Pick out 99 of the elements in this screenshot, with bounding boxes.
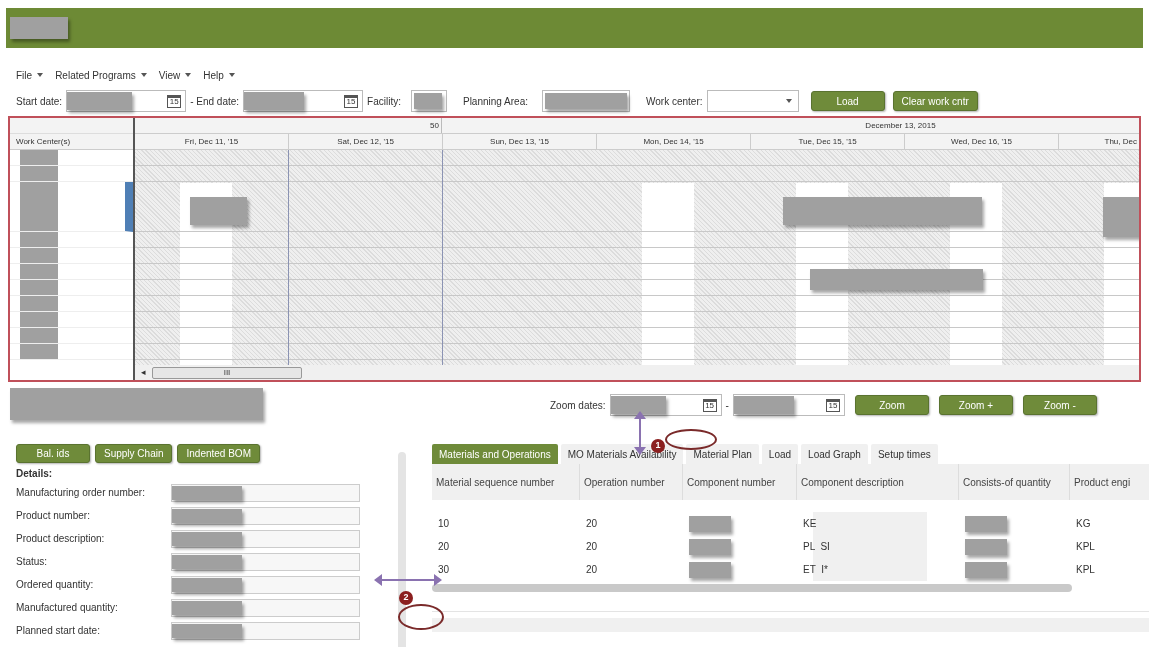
date-field[interactable]: 15 [732,394,845,416]
column-header: Material sequence number [432,464,580,500]
annotation-circle [665,429,717,450]
field-label: Start date: [16,94,63,109]
double-arrow-icon [374,574,442,586]
tab[interactable]: Load Graph [801,444,868,464]
day-header: Mon, Dec 14, '15 [597,134,751,149]
action-button[interactable]: Load [810,91,885,111]
day-header: Tue, Dec 15, '15 [751,134,905,149]
field-label: Planning Area: [462,94,529,109]
redaction-block [689,515,731,532]
action-button[interactable]: Bal. ids [16,444,90,463]
date-separator: - [725,398,729,413]
caret-icon [228,73,235,77]
caret-icon [140,73,147,77]
caret-icon [37,73,44,77]
redaction-block [172,508,242,523]
day-header: Sun, Dec 13, '15 [443,134,597,149]
column-header: Component number [683,464,797,500]
table-cell-text: 20 [585,517,599,531]
week-label: 50 [430,119,439,132]
day-header: Thu, Dec [1103,135,1138,148]
tab[interactable]: Material Plan [686,444,759,464]
table-cell-text: 20 [585,540,599,554]
menu-item[interactable]: Related Programs [55,67,147,83]
calendar-button[interactable]: 15 [167,94,182,108]
horizontal-scrollbar[interactable] [432,584,1072,592]
redaction-block [172,623,242,638]
table-cell-text: 20 [585,563,599,577]
action-button[interactable]: Indented BOM [177,444,260,463]
action-button[interactable]: Clear work cntr [892,91,978,111]
tab[interactable]: Materials and Operations [432,444,558,464]
column-header: Work Center(s) [10,134,133,150]
menu-item[interactable]: File [16,67,44,83]
tab[interactable]: Setup times [870,444,938,464]
redaction-block [965,538,1007,555]
column-header: Component description [797,464,959,500]
month-label: December 13, 2015 [865,119,936,132]
table-cell-text: KPL [1075,540,1096,554]
redaction-block [689,538,731,555]
action-button[interactable]: Supply Chain [95,444,173,463]
scroll-left-arrow[interactable]: ◂ [141,365,146,380]
caret-icon [185,73,192,77]
redaction-block [610,396,666,414]
day-header: Wed, Dec 16, '15 [905,134,1059,149]
menu-item[interactable]: Help [203,67,235,83]
table-cell-text: 30 [437,563,451,577]
field-label: Product description: [16,532,106,546]
tab[interactable]: Load [761,444,799,464]
day-header: Sat, Dec 12, '15 [289,134,443,149]
redaction-block [172,485,242,500]
field-label: Manufactured quantity: [16,601,119,615]
column-header: Consists-of quantity [959,464,1070,500]
field-label: Manufacturing order number: [16,486,146,500]
table-cell-text: 20 [437,540,451,554]
date-field[interactable]: 15 [609,394,722,416]
action-button[interactable]: Zoom - [1022,395,1097,415]
redaction-block [733,396,794,414]
facility-field[interactable] [410,90,447,112]
date-field[interactable]: 15 [66,90,187,112]
action-button[interactable]: Zoom [854,395,929,415]
caret-icon [785,99,792,103]
action-button[interactable]: Zoom + [938,395,1013,415]
annotation-number: 2 [399,591,413,605]
table-cell-text: KPL [1075,563,1096,577]
redaction-block [172,554,242,569]
day-header: Fri, Dec 11, '15 [135,134,289,149]
column-header: Operation number [580,464,683,500]
redaction-block [244,92,305,110]
redaction-block [172,577,242,592]
calendar-button[interactable]: 15 [702,398,717,412]
field-label: Product number: [16,509,91,523]
scrollbar-thumb[interactable]: III [152,366,302,379]
table-cell-text: KG [1075,517,1092,531]
redaction-block [172,531,242,546]
field-label: Facility: [367,94,401,109]
work-center-dropdown[interactable] [706,90,799,112]
field-label: Work center: [646,94,703,109]
field-label: - End date: [190,94,240,109]
field-label: Status: [16,555,49,569]
column-header: Product engi [1070,464,1149,500]
section-title: Details: [16,467,54,481]
redaction-block [965,561,1007,578]
redaction-block [413,93,442,109]
redaction-block [172,600,242,615]
redaction-block [10,17,68,39]
date-field[interactable]: 15 [243,90,364,112]
field-label: Planned start date: [16,624,101,638]
table-cell-text: 10 [437,517,451,531]
redaction-block [965,515,1007,532]
redaction-block [689,561,731,578]
menu-item[interactable]: View [158,67,192,83]
calendar-button[interactable]: 15 [825,398,840,412]
field-label: Zoom dates: [550,398,606,413]
vertical-scrollbar[interactable] [398,452,406,647]
redaction-block [67,92,133,110]
field-label: Ordered quantity: [16,578,95,592]
calendar-button[interactable]: 15 [344,94,359,108]
annotation-circle [398,604,444,630]
